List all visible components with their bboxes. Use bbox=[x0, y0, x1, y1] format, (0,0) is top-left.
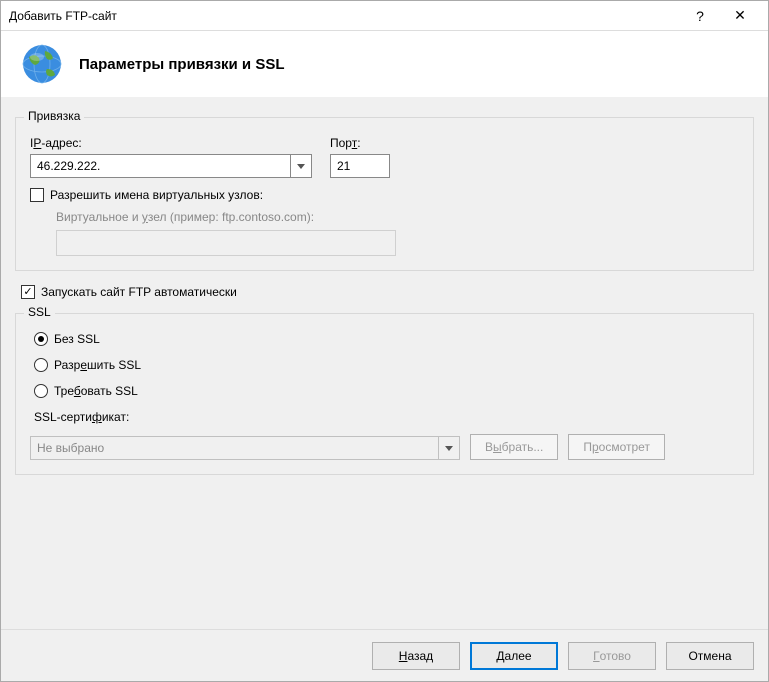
virtual-hosts-checkbox[interactable] bbox=[30, 188, 44, 202]
back-button[interactable]: Назад bbox=[372, 642, 460, 670]
ip-dropdown-button[interactable] bbox=[290, 154, 312, 178]
page-title: Параметры привязки и SSL bbox=[79, 56, 285, 73]
ip-address-combo[interactable] bbox=[30, 154, 312, 178]
no-ssl-label: Без SSL bbox=[54, 332, 100, 346]
port-label: Порт: bbox=[330, 136, 390, 150]
select-cert-button: Выбрать... bbox=[470, 434, 558, 460]
allow-ssl-radio[interactable] bbox=[34, 358, 48, 372]
content-area: Привязка IP-адрес: Порт: bbox=[1, 97, 768, 629]
binding-legend: Привязка bbox=[24, 109, 84, 123]
ip-address-label: IP-адрес: bbox=[30, 136, 312, 150]
require-ssl-radio[interactable] bbox=[34, 384, 48, 398]
wizard-footer: Назад Далее Готово Отмена bbox=[1, 629, 768, 681]
wizard-header: Параметры привязки и SSL bbox=[1, 31, 768, 97]
view-cert-button: Просмотрет bbox=[568, 434, 665, 460]
ip-address-input[interactable] bbox=[30, 154, 290, 178]
port-input[interactable] bbox=[330, 154, 390, 178]
virtual-hosts-label: Разрешить имена виртуальных узлов: bbox=[50, 188, 263, 202]
ssl-cert-label: SSL-сертификат: bbox=[34, 410, 739, 424]
ssl-cert-combo bbox=[30, 436, 460, 460]
no-ssl-radio[interactable] bbox=[34, 332, 48, 346]
binding-fieldset: Привязка IP-адрес: Порт: bbox=[15, 117, 754, 271]
window-title: Добавить FTP-сайт bbox=[9, 9, 680, 23]
cancel-button[interactable]: Отмена bbox=[666, 642, 754, 670]
virtual-host-input bbox=[56, 230, 396, 256]
chevron-down-icon bbox=[297, 164, 305, 169]
finish-button: Готово bbox=[568, 642, 656, 670]
help-button[interactable]: ? bbox=[680, 2, 720, 30]
close-button[interactable]: ✕ bbox=[720, 2, 760, 30]
wizard-window: Добавить FTP-сайт ? ✕ Параметры привязки… bbox=[0, 0, 769, 682]
next-button[interactable]: Далее bbox=[470, 642, 558, 670]
require-ssl-label: Требовать SSL bbox=[54, 384, 138, 398]
allow-ssl-label: Разрешить SSL bbox=[54, 358, 141, 372]
titlebar: Добавить FTP-сайт ? ✕ bbox=[1, 1, 768, 31]
ssl-fieldset: SSL Без SSL Разрешить SSL Требовать SSL … bbox=[15, 313, 754, 475]
virtual-host-field-label: Виртуальное и узел (пример: ftp.contoso.… bbox=[56, 210, 739, 224]
ssl-legend: SSL bbox=[24, 305, 55, 319]
globe-icon bbox=[21, 43, 63, 85]
ssl-cert-dropdown-button bbox=[438, 436, 460, 460]
chevron-down-icon bbox=[445, 446, 453, 451]
autostart-label: Запускать сайт FTP автоматически bbox=[41, 285, 237, 299]
autostart-checkbox[interactable] bbox=[21, 285, 35, 299]
ssl-cert-input bbox=[30, 436, 438, 460]
